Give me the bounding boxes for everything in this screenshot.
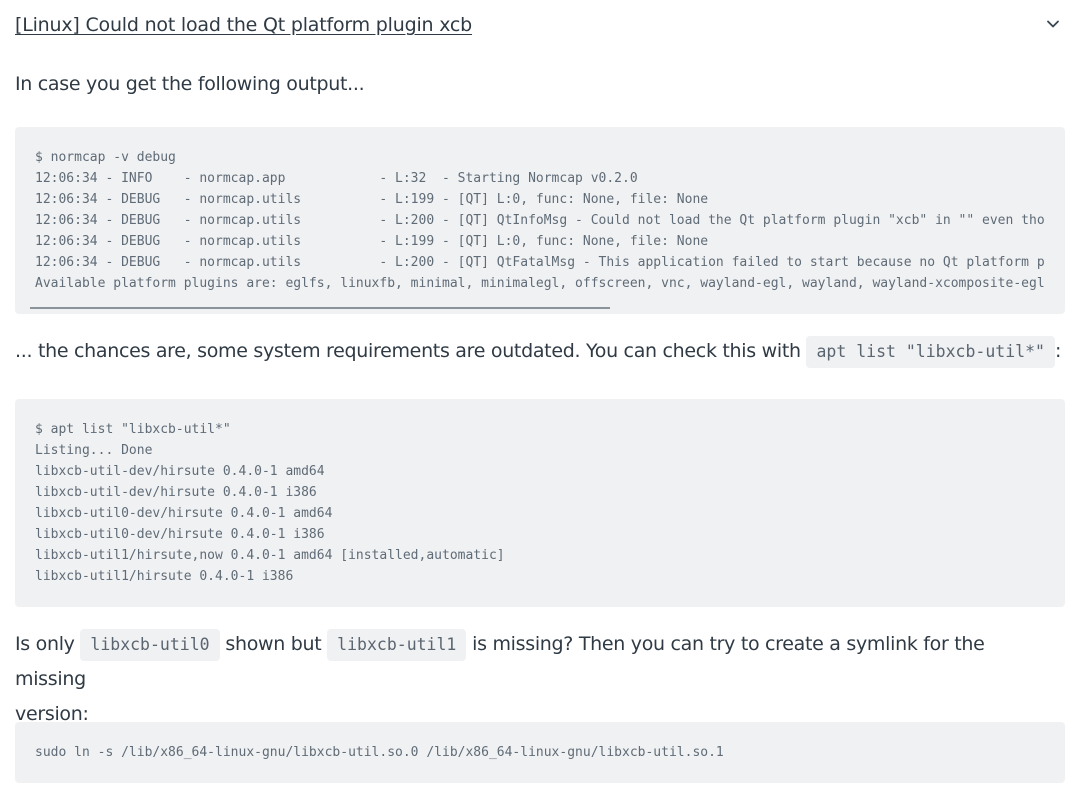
intro-paragraph: In case you get the following output... — [15, 73, 365, 95]
code-line: libxcb-util-dev/hirsute 0.4.0-1 i386 — [35, 485, 317, 500]
horizontal-scrollbar[interactable] — [30, 307, 610, 309]
code-line: 12:06:34 - DEBUG - normcap.utils - L:199… — [35, 192, 709, 207]
code-line: $ apt list "libxcb-util*" — [35, 422, 231, 437]
code-line: 12:06:34 - DEBUG - normcap.utils - L:200… — [35, 255, 1045, 270]
details-summary[interactable]: [Linux] Could not load the Qt platform p… — [15, 12, 1065, 42]
code-line: libxcb-util1/hirsute,now 0.4.0-1 amd64 [… — [35, 548, 505, 563]
code-line: 12:06:34 - DEBUG - normcap.utils - L:200… — [35, 213, 1045, 228]
inline-code-util1: libxcb-util1 — [327, 629, 467, 661]
code-lines: $ normcap -v debug 12:06:34 - INFO - nor… — [35, 147, 1045, 294]
code-line: sudo ln -s /lib/x86_64-linux-gnu/libxcb-… — [35, 745, 724, 760]
code-line: 12:06:34 - DEBUG - normcap.utils - L:199… — [35, 234, 709, 249]
check-colon: : — [1054, 340, 1062, 362]
section-title[interactable]: [Linux] Could not load the Qt platform p… — [15, 14, 472, 36]
code-lines: sudo ln -s /lib/x86_64-linux-gnu/libxcb-… — [35, 742, 724, 763]
check-paragraph: ... the chances are, some system require… — [15, 334, 1061, 369]
symlink-paragraph: Is only libxcb-util0 shown but libxcb-ut… — [15, 627, 1055, 732]
symlink-text-2: shown but — [225, 633, 322, 655]
apt-list-codeblock: $ apt list "libxcb-util*" Listing... Don… — [15, 399, 1065, 607]
code-line: 12:06:34 - INFO - normcap.app - L:32 - S… — [35, 171, 638, 186]
inline-code-apt-list: apt list "libxcb-util*" — [806, 336, 1055, 368]
code-line: libxcb-util0-dev/hirsute 0.4.0-1 amd64 — [35, 506, 333, 521]
check-text: ... the chances are, some system require… — [15, 340, 801, 362]
symlink-codeblock: sudo ln -s /lib/x86_64-linux-gnu/libxcb-… — [15, 722, 1065, 783]
code-line: libxcb-util-dev/hirsute 0.4.0-1 amd64 — [35, 464, 325, 479]
symlink-text-1: Is only — [15, 633, 75, 655]
code-lines: $ apt list "libxcb-util*" Listing... Don… — [35, 419, 505, 587]
inline-code-util0: libxcb-util0 — [80, 629, 220, 661]
code-line: libxcb-util0-dev/hirsute 0.4.0-1 i386 — [35, 527, 325, 542]
code-line: Available platform plugins are: eglfs, l… — [35, 276, 1045, 291]
chevron-down-icon[interactable] — [1045, 16, 1061, 32]
code-line: $ normcap -v debug — [35, 150, 176, 165]
code-line: libxcb-util1/hirsute 0.4.0-1 i386 — [35, 569, 294, 584]
code-line: Listing... Done — [35, 443, 153, 458]
debug-output-codeblock: $ normcap -v debug 12:06:34 - INFO - nor… — [15, 127, 1065, 314]
